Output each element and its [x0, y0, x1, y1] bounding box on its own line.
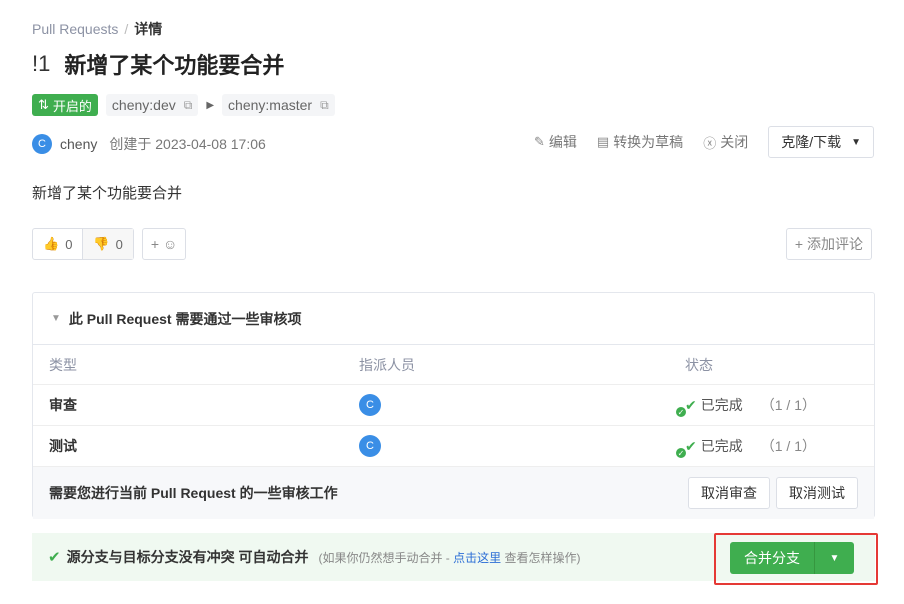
- review-panel: ▼ 此 Pull Request 需要通过一些审核项 类型 指派人员 状态 审查…: [32, 292, 875, 519]
- row-status: ✔ 已完成 （1 / 1）: [685, 436, 874, 456]
- source-branch-label: cheny:dev: [111, 97, 176, 113]
- approved-check-icon: ✓: [675, 447, 687, 459]
- draft-icon: ▤: [596, 134, 610, 149]
- draft-label: 转换为草稿: [613, 134, 684, 150]
- clone-label: 克隆/下载: [781, 134, 842, 150]
- target-branch-label: cheny:master: [228, 97, 313, 113]
- edit-label: 编辑: [548, 134, 577, 150]
- merge-button-group: 合并分支 ▼: [730, 542, 854, 574]
- convert-draft-button[interactable]: ▤ 转换为草稿: [597, 132, 683, 152]
- review-footer: 需要您进行当前 Pull Request 的一些审核工作 取消审查 取消测试: [33, 467, 874, 519]
- pull-request-icon: ⇅: [38, 97, 49, 112]
- assignee-avatar[interactable]: C ✓: [359, 435, 687, 459]
- created-time: 创建于 2023-04-08 17:06: [109, 136, 266, 152]
- branch-row: ⇅ 开启的 cheny:dev ⧉ ▶ cheny:master ⧉: [32, 94, 335, 116]
- status-text: 已完成: [700, 397, 743, 413]
- status-label: 开启的: [52, 98, 92, 114]
- plus-label: +: [150, 236, 160, 252]
- reactions: 👍 0 👎 0 + ☺: [32, 228, 187, 260]
- cancel-test-button[interactable]: 取消测试: [776, 477, 858, 509]
- status-count: （1 / 1）: [760, 397, 816, 413]
- arrow-right-icon: ▶: [206, 99, 215, 111]
- caret-down-icon: ▼: [829, 552, 840, 564]
- assignee-avatar[interactable]: C ✓: [359, 394, 687, 418]
- action-bar: ✎ 编辑 ▤ 转换为草稿 ⓧ 关闭 克隆/下载 ▼: [534, 126, 874, 158]
- status-count: （1 / 1）: [760, 438, 816, 454]
- row-type: 测试: [49, 438, 77, 454]
- merge-branch-button[interactable]: 合并分支: [730, 542, 814, 574]
- review-header[interactable]: ▼ 此 Pull Request 需要通过一些审核项: [33, 293, 874, 345]
- edit-button[interactable]: ✎ 编辑: [534, 132, 577, 152]
- review-title: 此 Pull Request 需要通过一些审核项: [68, 310, 302, 327]
- avatar: C: [359, 394, 381, 416]
- title-row: !1 新增了某个功能要合并: [32, 48, 284, 80]
- add-emoji-button[interactable]: + ☺: [141, 228, 187, 260]
- thumbs-up-icon: 👍: [43, 236, 60, 251]
- clone-download-button[interactable]: 克隆/下载 ▼: [768, 126, 874, 158]
- copy-icon[interactable]: ⧉: [184, 98, 193, 113]
- approved-check-icon: ✓: [675, 406, 687, 418]
- author-name[interactable]: cheny: [60, 136, 97, 152]
- column-assignee: 指派人员: [359, 356, 415, 373]
- avatar: C: [359, 435, 381, 457]
- close-pr-button[interactable]: ⓧ 关闭: [703, 132, 748, 152]
- merge-hint-prefix: (如果你仍然想手动合并 -: [318, 550, 454, 565]
- copy-icon[interactable]: ⧉: [320, 98, 329, 113]
- row-status: ✔ 已完成 （1 / 1）: [685, 395, 874, 415]
- merge-hint-suffix: 查看怎样操作): [501, 550, 581, 565]
- page-title: 新增了某个功能要合并: [64, 53, 285, 78]
- close-icon: ⓧ: [703, 135, 717, 151]
- thumbs-up-button[interactable]: 👍 0: [33, 229, 82, 259]
- close-label: 关闭: [720, 134, 749, 150]
- reaction-group: 👍 0 👎 0: [32, 228, 134, 260]
- thumbs-up-count: 0: [65, 236, 73, 252]
- table-row: 审查 C ✓ ✔ 已完成 （1 / 1）: [33, 385, 874, 426]
- table-row: 测试 C ✓ ✔ 已完成 （1 / 1）: [33, 426, 874, 467]
- avatar[interactable]: C: [32, 134, 52, 154]
- status-text: 已完成: [700, 438, 743, 454]
- breadcrumb-parent[interactable]: Pull Requests: [32, 21, 118, 37]
- thumbs-down-icon: 👎: [93, 236, 110, 251]
- review-footer-text: 需要您进行当前 Pull Request 的一些审核工作: [49, 485, 338, 501]
- smiley-icon: ☺: [163, 236, 178, 252]
- breadcrumb: Pull Requests / 详情: [32, 19, 162, 39]
- collapse-triangle-icon: ▼: [51, 313, 61, 324]
- breadcrumb-current: 详情: [134, 21, 163, 37]
- pr-number: !1: [32, 51, 51, 76]
- review-table-header: 类型 指派人员 状态: [33, 345, 874, 385]
- merge-hint: (如果你仍然想手动合并 - 点击这里 查看怎样操作): [318, 549, 580, 566]
- merge-message: 源分支与目标分支没有冲突 可自动合并: [66, 549, 309, 565]
- cancel-review-button[interactable]: 取消审查: [688, 477, 770, 509]
- breadcrumb-separator: /: [124, 21, 129, 37]
- thumbs-down-count: 0: [115, 236, 123, 252]
- status-badge: ⇅ 开启的: [32, 94, 98, 116]
- add-comment-button[interactable]: + 添加评论: [785, 228, 872, 260]
- review-footer-buttons: 取消审查 取消测试: [688, 477, 858, 509]
- merge-options-button[interactable]: ▼: [814, 542, 854, 574]
- check-circle-icon: ✔: [48, 549, 61, 566]
- meta-row: C cheny 创建于 2023-04-08 17:06: [32, 134, 266, 154]
- pr-description: 新增了某个功能要合并: [32, 185, 183, 202]
- caret-down-icon: ▼: [851, 136, 861, 148]
- row-assignee: C ✓: [359, 435, 687, 459]
- row-assignee: C ✓: [359, 394, 687, 418]
- column-type: 类型: [49, 356, 77, 373]
- column-status: 状态: [685, 356, 713, 373]
- thumbs-down-button[interactable]: 👎 0: [82, 229, 133, 259]
- target-branch: cheny:master ⧉: [222, 94, 335, 116]
- edit-icon: ✎: [533, 134, 545, 149]
- source-branch: cheny:dev ⧉: [105, 94, 199, 116]
- row-type: 审查: [49, 397, 77, 413]
- manual-merge-link[interactable]: 点击这里: [453, 551, 501, 565]
